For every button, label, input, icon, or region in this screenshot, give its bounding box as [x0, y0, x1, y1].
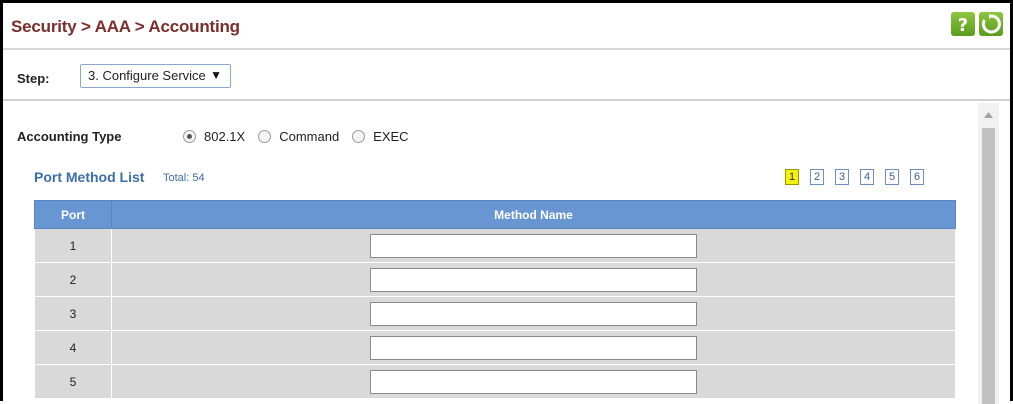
radio-command[interactable]	[258, 129, 272, 143]
step-bar: Step: 3. Configure Service ▼	[3, 53, 1010, 101]
page-button-5[interactable]: 5	[885, 169, 899, 185]
main-content: Accounting Type 802.1X Command EXEC Port…	[3, 103, 1010, 404]
radio-option-exec[interactable]: EXEC	[352, 128, 409, 144]
scroll-thumb[interactable]	[982, 128, 995, 404]
method-name-input[interactable]	[370, 335, 697, 360]
scroll-up-button[interactable]	[978, 107, 999, 123]
radio-exec[interactable]	[352, 129, 366, 143]
pagination: 1 2 3 4 5 6	[785, 169, 935, 185]
radio-8021x-label: 802.1X	[204, 128, 246, 144]
method-cell	[111, 330, 956, 365]
step-selected-value: 3. Configure Service	[88, 68, 206, 83]
column-header-method-name: Method Name	[111, 200, 956, 229]
table-row: 3	[34, 296, 956, 331]
dropdown-arrow-icon: ▼	[210, 68, 222, 82]
table-row: 1	[34, 228, 956, 263]
port-method-list-total: Total: 54	[163, 172, 205, 184]
table-row: 2	[34, 262, 956, 297]
radio-8021x[interactable]	[183, 129, 196, 143]
method-name-input[interactable]	[370, 301, 697, 326]
method-cell	[111, 296, 956, 331]
method-cell	[111, 364, 956, 399]
table-row: 5	[34, 364, 956, 399]
port-cell: 5	[34, 364, 112, 399]
page-button-3[interactable]: 3	[835, 169, 849, 185]
step-select[interactable]: 3. Configure Service ▼	[80, 64, 231, 88]
port-method-table: Port Method Name 1 2 3 4 5	[34, 200, 956, 399]
page-button-1[interactable]: 1	[785, 169, 799, 185]
page-button-2[interactable]: 2	[810, 169, 824, 185]
page-header: Security > AAA > Accounting ?	[3, 3, 1010, 50]
port-cell: 4	[34, 330, 112, 365]
port-method-list-title: Port Method List	[34, 169, 145, 185]
app-frame: Security > AAA > Accounting ? Step: 3. C…	[0, 0, 1013, 404]
method-name-input[interactable]	[370, 233, 697, 258]
radio-option-command[interactable]: Command	[258, 129, 339, 144]
method-cell	[111, 228, 956, 263]
table-row: 4	[34, 330, 956, 365]
help-icon: ?	[958, 15, 968, 36]
table-header-row: Port Method Name	[34, 200, 956, 229]
refresh-icon	[981, 14, 1001, 34]
method-name-input[interactable]	[370, 369, 697, 394]
port-cell: 3	[34, 296, 112, 331]
port-cell: 1	[34, 228, 112, 263]
breadcrumb: Security > AAA > Accounting	[11, 17, 240, 36]
refresh-button[interactable]	[979, 12, 1003, 36]
page-button-4[interactable]: 4	[860, 169, 874, 185]
accounting-type-row: Accounting Type 802.1X Command EXEC	[17, 127, 422, 145]
page-button-6[interactable]: 6	[910, 169, 924, 185]
step-label: Step:	[17, 71, 50, 86]
port-cell: 2	[34, 262, 112, 297]
accounting-type-label: Accounting Type	[17, 128, 122, 144]
method-name-input[interactable]	[370, 267, 697, 292]
method-cell	[111, 262, 956, 297]
column-header-port: Port	[34, 200, 112, 229]
radio-option-8021x[interactable]: 802.1X	[183, 129, 245, 144]
help-button[interactable]: ?	[951, 12, 975, 36]
vertical-scrollbar[interactable]	[978, 103, 999, 404]
svg-text:?: ?	[958, 15, 968, 36]
radio-command-label: Command	[279, 128, 340, 144]
scroll-up-arrow-icon	[984, 112, 993, 118]
radio-exec-label: EXEC	[373, 128, 409, 144]
